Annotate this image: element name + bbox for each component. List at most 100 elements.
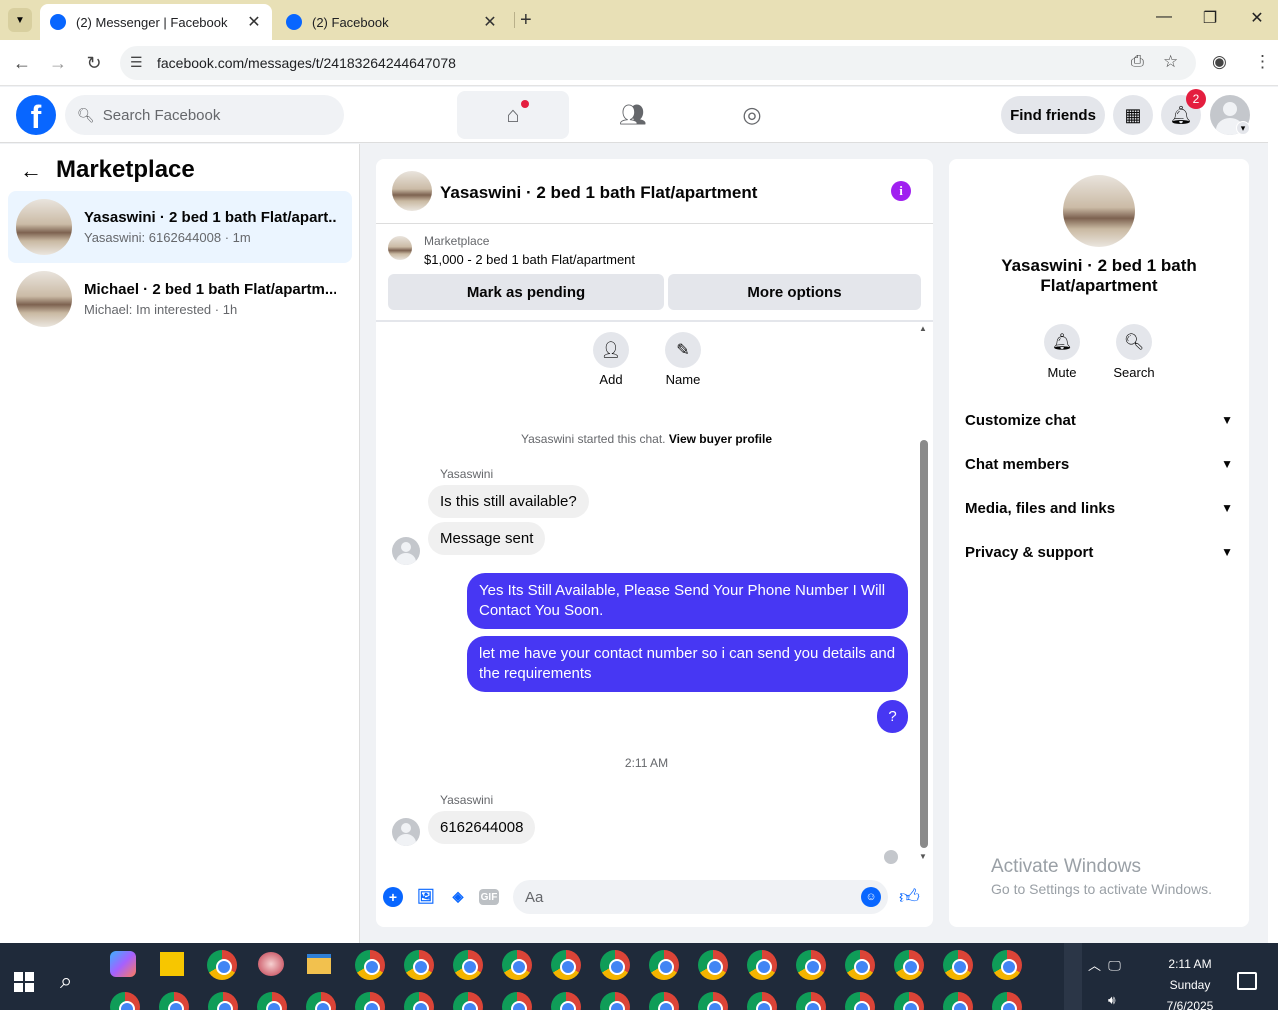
chevron-down-icon[interactable]: ▾ — [1236, 121, 1250, 135]
incoming-message[interactable]: Message sent — [428, 522, 546, 555]
search-facebook-input[interactable]: 🔍︎ Search Facebook — [65, 95, 344, 135]
paint-icon[interactable] — [258, 952, 284, 976]
chat-members-section[interactable]: Chat members ▼ — [965, 452, 1233, 476]
bookmark-star-icon[interactable]: ☆ — [1163, 52, 1178, 72]
incoming-message[interactable]: 6162644008 — [428, 811, 536, 844]
tab-search-menu[interactable]: ▼ — [8, 8, 32, 32]
attach-photo-icon[interactable]: 🖼︎ — [415, 885, 437, 907]
mute-button[interactable]: 🔔︎ — [1044, 324, 1080, 360]
emoji-icon[interactable]: ☺ — [861, 887, 881, 907]
back-icon[interactable]: ← — [12, 53, 32, 74]
chrome-profile-icon[interactable] — [355, 950, 385, 980]
watermark-subtitle: Go to Settings to activate Windows. — [991, 881, 1212, 897]
taskbar-clock[interactable]: 2:11 AM Sunday 7/6/2025 — [1158, 954, 1222, 1010]
install-app-icon[interactable]: ⎙ — [1131, 53, 1144, 71]
media-files-links-section[interactable]: Media, files and links ▼ — [965, 496, 1233, 520]
chat-avatar[interactable] — [392, 171, 432, 211]
add-people-button[interactable]: 👤︎ — [593, 332, 629, 368]
sender-avatar[interactable] — [392, 818, 420, 846]
chrome-profile-icon[interactable] — [698, 950, 728, 980]
gif-icon[interactable]: GIF — [479, 889, 499, 905]
chrome-profile-icon[interactable] — [453, 950, 483, 980]
nav-friends[interactable]: 👥︎ — [577, 91, 689, 139]
sticker-icon[interactable]: ◈ — [447, 885, 469, 907]
site-settings-icon[interactable]: ☰ — [130, 54, 143, 71]
outgoing-message[interactable]: ? — [877, 700, 908, 733]
name-chat-button[interactable]: ✎ — [665, 332, 701, 368]
chevron-down-icon: ▼ — [1221, 413, 1233, 427]
url-text[interactable]: facebook.com/messages/t/2418326424464707… — [157, 55, 456, 71]
network-icon[interactable]: 🖵 — [1108, 958, 1121, 973]
watermark-title: Activate Windows — [991, 856, 1141, 877]
outgoing-message[interactable]: let me have your contact number so i can… — [467, 636, 908, 692]
listing-avatar[interactable] — [1063, 175, 1135, 247]
browser-menu-icon[interactable]: ⋮ — [1254, 52, 1271, 72]
chrome-profile-icon[interactable] — [747, 950, 777, 980]
chrome-profile-icon[interactable] — [894, 950, 924, 980]
profile-icon[interactable]: ◉ — [1212, 52, 1227, 72]
system-tray[interactable]: ︿ 🖵 — [1088, 955, 1121, 974]
more-actions-plus-icon[interactable]: + — [383, 887, 403, 907]
sender-avatar[interactable] — [392, 537, 420, 565]
browser-tab-facebook[interactable]: (2) Facebook ✕ — [276, 4, 508, 40]
new-tab-icon[interactable]: + — [520, 9, 532, 32]
conversation-item[interactable]: Michael · 2 bed 1 bath Flat/apartm... Mi… — [8, 263, 352, 335]
find-friends-button[interactable]: Find friends — [1001, 96, 1105, 134]
taskbar-overflow-scroll[interactable] — [1064, 943, 1082, 1010]
forward-icon[interactable]: → — [48, 53, 68, 74]
conversation-item[interactable]: Yasaswini · 2 bed 1 bath Flat/apart... Y… — [8, 191, 352, 263]
chrome-profile-icon[interactable] — [502, 950, 532, 980]
close-tab-icon[interactable]: ✕ — [246, 12, 262, 32]
chrome-profile-icon[interactable] — [600, 950, 630, 980]
close-tab-icon[interactable]: ✕ — [482, 12, 498, 32]
reload-icon[interactable]: ↻ — [84, 53, 104, 74]
thumbs-up-icon[interactable]: 👍︎ — [899, 885, 920, 909]
chat-title[interactable]: Yasaswini · 2 bed 1 bath Flat/apartment — [440, 183, 757, 203]
chrome-profile-icon[interactable] — [845, 950, 875, 980]
chrome-profile-icon[interactable] — [551, 950, 581, 980]
customize-chat-section[interactable]: Customize chat ▼ — [965, 408, 1233, 432]
chrome-profile-icon[interactable] — [404, 950, 434, 980]
close-window-icon[interactable]: ✕ — [1245, 8, 1269, 28]
back-arrow-icon[interactable]: ← — [20, 158, 42, 184]
chat-scrollbar-thumb[interactable] — [920, 440, 928, 848]
info-icon[interactable]: i — [891, 181, 911, 201]
chrome-profile-icon[interactable] — [943, 950, 973, 980]
mark-as-pending-button[interactable]: Mark as pending — [388, 274, 664, 310]
menu-button[interactable]: ▦ — [1113, 95, 1153, 135]
page-scrollbar[interactable] — [1268, 87, 1278, 943]
chrome-profile-icon[interactable] — [796, 950, 826, 980]
minimize-window-icon[interactable]: — — [1152, 8, 1176, 26]
chrome-icon[interactable] — [207, 950, 237, 980]
browser-tab-messenger[interactable]: (2) Messenger | Facebook ✕ — [40, 4, 272, 40]
search-placeholder: Search Facebook — [102, 106, 221, 124]
chrome-profile-icon[interactable] — [992, 950, 1022, 980]
facebook-logo-icon[interactable]: f — [16, 95, 56, 135]
restore-window-icon[interactable]: ❐ — [1198, 8, 1222, 28]
clock-date: 7/6/2025 — [1166, 999, 1214, 1010]
chrome-profile-icon[interactable] — [649, 950, 679, 980]
listing-price-title[interactable]: $1,000 - 2 bed 1 bath Flat/apartment — [424, 252, 635, 267]
scroll-down-icon[interactable]: ▼ — [919, 852, 927, 861]
privacy-support-section[interactable]: Privacy & support ▼ — [965, 540, 1233, 564]
message-input[interactable]: Aa — [513, 880, 888, 914]
windows-start-icon[interactable] — [14, 972, 34, 992]
listing-thumbnail — [16, 271, 72, 327]
outgoing-message[interactable]: Yes Its Still Available, Please Send You… — [467, 573, 908, 629]
view-buyer-profile-link[interactable]: View buyer profile — [669, 432, 772, 446]
more-options-button[interactable]: More options — [668, 274, 921, 310]
chevron-up-icon[interactable]: ︿ — [1088, 958, 1101, 973]
taskbar-search-icon[interactable]: ⌕ — [60, 968, 72, 994]
file-explorer-icon[interactable] — [307, 954, 331, 974]
divider — [376, 223, 933, 224]
nav-home[interactable]: ⌂ — [457, 91, 569, 139]
listing-thumbnail[interactable] — [388, 236, 412, 260]
sticky-notes-icon[interactable] — [160, 952, 184, 976]
incoming-message[interactable]: Is this still available? — [428, 485, 589, 518]
volume-icon[interactable]: 🔊︎ — [1108, 993, 1116, 1008]
nav-groups[interactable]: ◎ — [696, 91, 808, 139]
scroll-up-icon[interactable]: ▲ — [919, 324, 927, 333]
notification-center-icon[interactable] — [1237, 972, 1257, 990]
copilot-icon[interactable] — [110, 951, 136, 977]
search-in-chat-button[interactable]: 🔍︎ — [1116, 324, 1152, 360]
